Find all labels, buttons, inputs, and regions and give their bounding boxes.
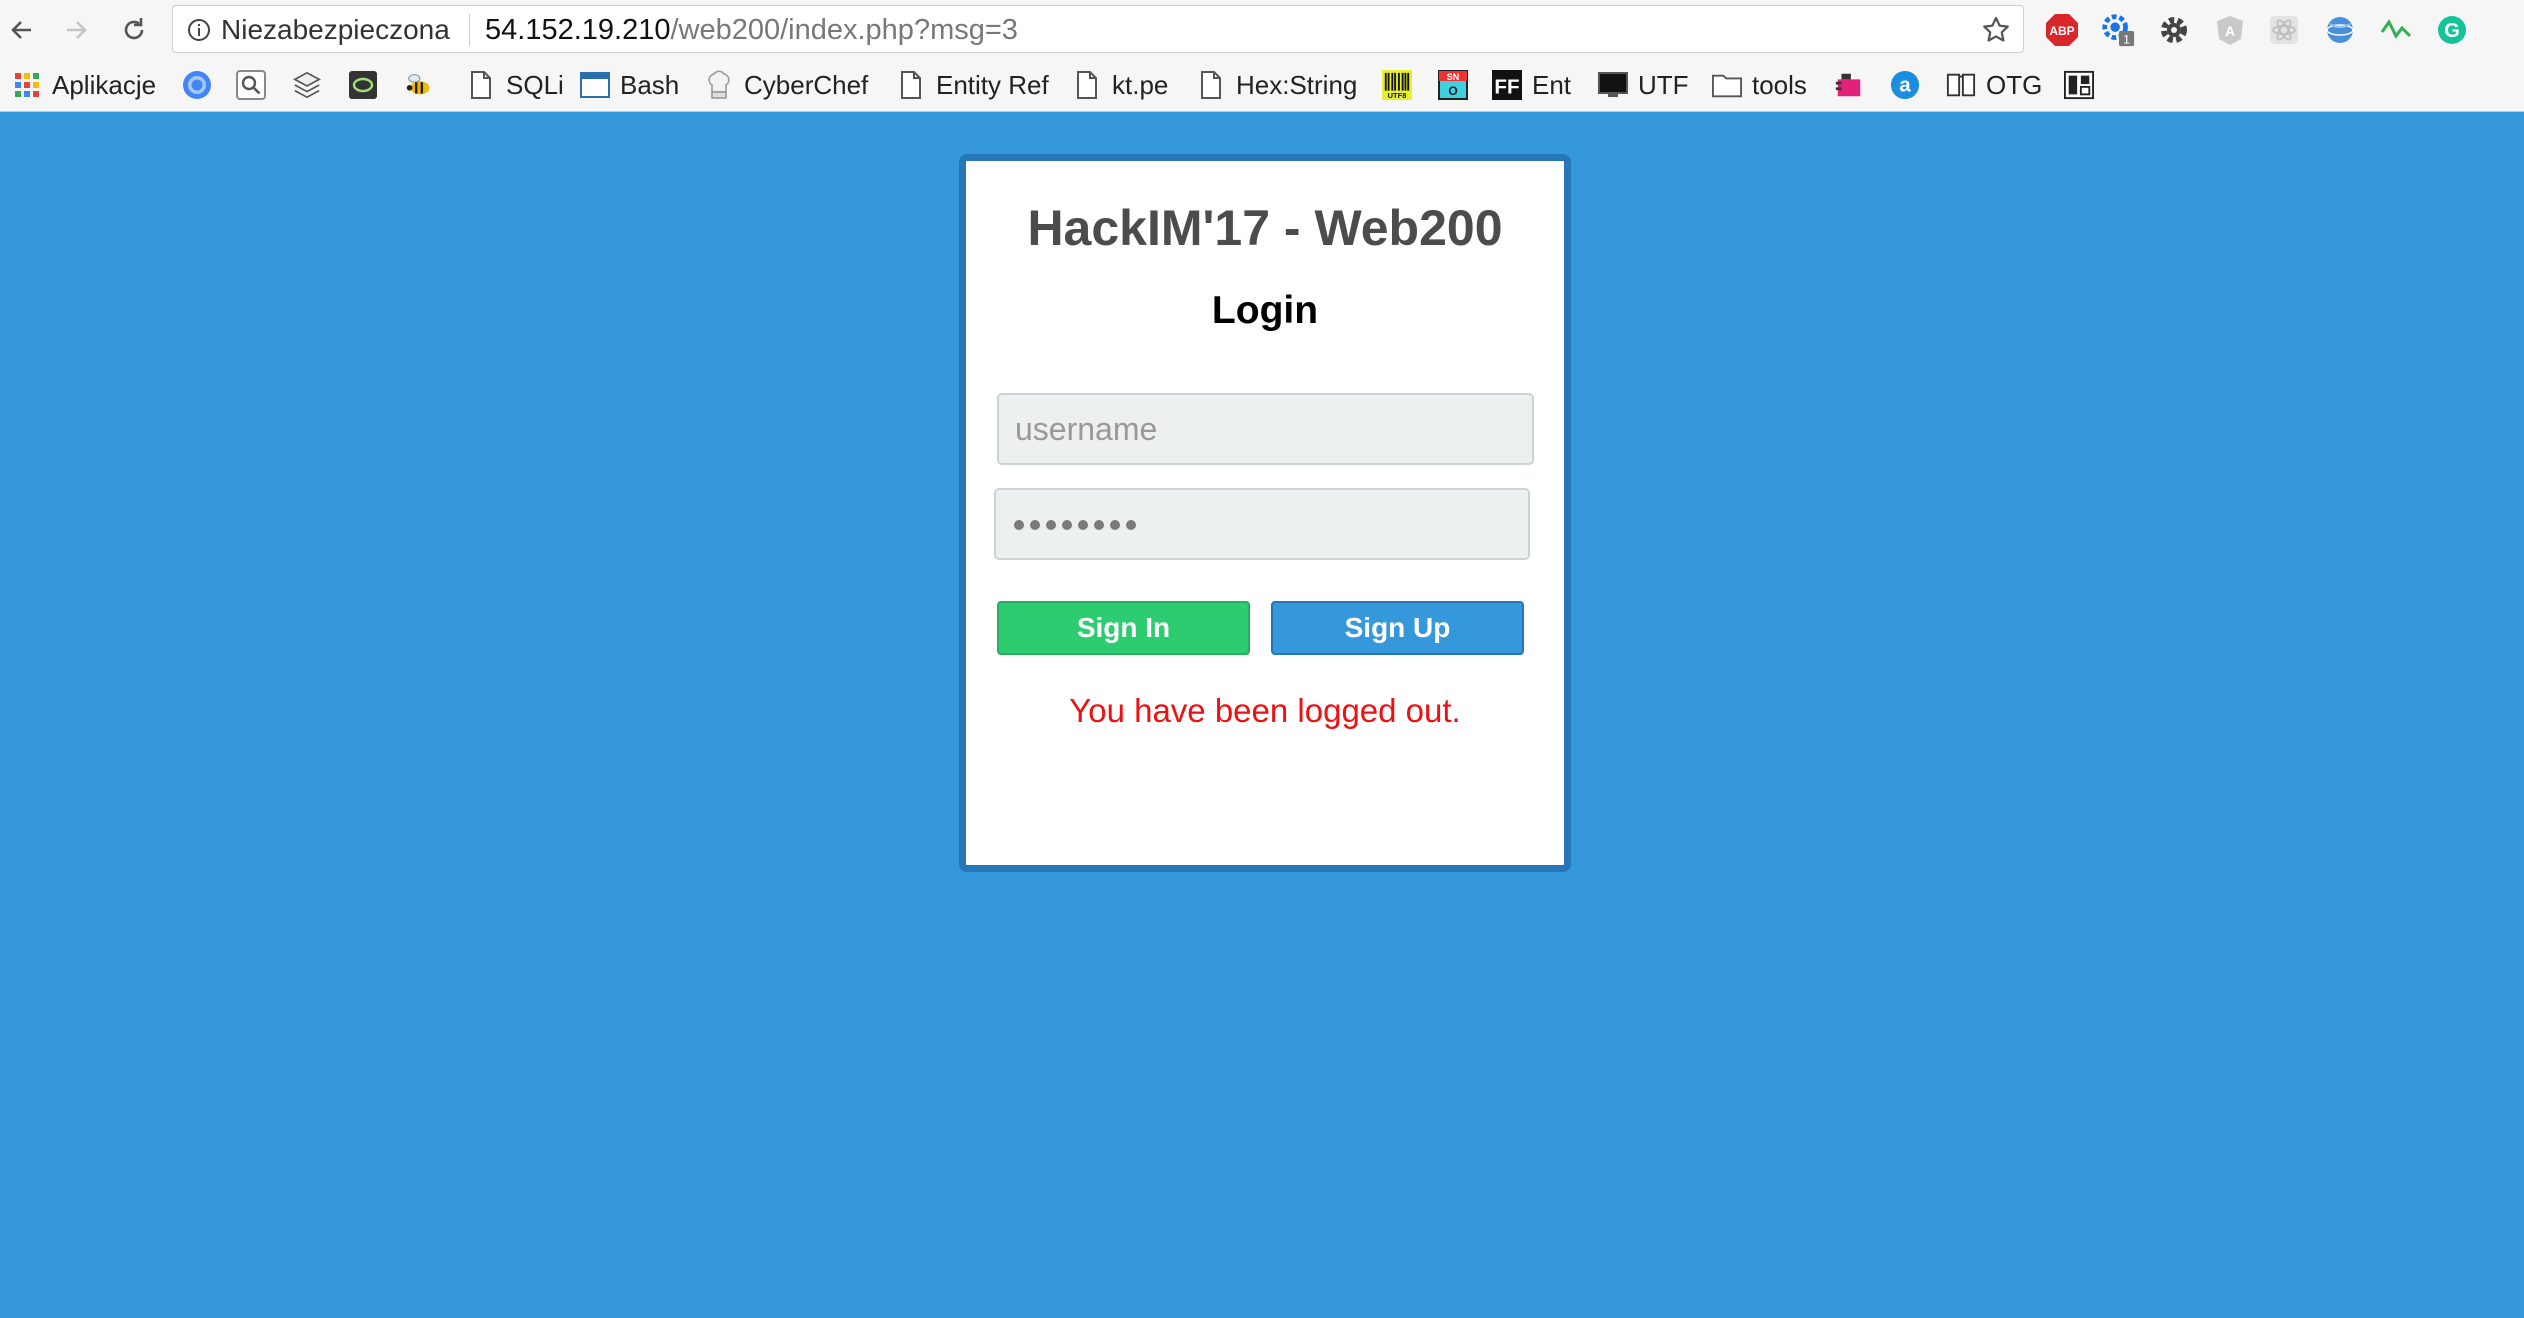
sign-in-button[interactable]: Sign In: [997, 601, 1250, 655]
bookmark-tools[interactable]: tools: [1712, 68, 1807, 102]
svg-text:1: 1: [2123, 32, 2130, 46]
adblock-plus-icon[interactable]: ABP: [2044, 12, 2080, 48]
window-icon: [580, 70, 610, 100]
chef-hat-icon: [704, 70, 734, 100]
back-icon[interactable]: [0, 8, 44, 52]
bookmark-label: tools: [1752, 69, 1807, 100]
svg-text:UTF8: UTF8: [1388, 91, 1407, 100]
search-box-icon: [236, 70, 266, 100]
forward-icon[interactable]: [54, 8, 98, 52]
bookmark-hex-string[interactable]: Hex:String: [1196, 68, 1357, 102]
page-icon: [896, 70, 926, 100]
svg-text:ABP: ABP: [2049, 24, 2074, 38]
logout-message: You have been logged out.: [1069, 692, 1461, 729]
bookmark-utf[interactable]: UTF: [1598, 68, 1689, 102]
bee-icon: [404, 70, 434, 100]
url-text[interactable]: 54.152.19.210/web200/index.php?msg=3: [485, 15, 1018, 45]
address-separator: [469, 14, 470, 46]
wave-extension-icon[interactable]: [2378, 12, 2414, 48]
page-icon: [466, 70, 496, 100]
monitor-icon: [1598, 70, 1628, 100]
bookmark-cyberchef[interactable]: CyberChef: [704, 68, 868, 102]
reload-icon[interactable]: [112, 8, 156, 52]
bookmark-star-icon[interactable]: [1979, 14, 2013, 46]
bookmark-pb[interactable]: [2064, 68, 2094, 102]
bookmark-utf8[interactable]: UTF8: [1382, 68, 1412, 102]
ff-icon: FF: [1492, 70, 1522, 100]
svg-text:G: G: [2444, 20, 2460, 42]
pb-icon: [2064, 70, 2094, 100]
bookmark-label: OTG: [1986, 69, 2043, 100]
info-icon[interactable]: [187, 18, 211, 42]
bookmark-label: kt.pe: [1112, 69, 1169, 100]
svg-text:SN: SN: [1447, 72, 1460, 82]
svg-text:a: a: [1899, 74, 1911, 97]
pink-puzzle-icon: [1834, 70, 1864, 100]
site-title: HackIM'17 - Web200: [1027, 200, 1503, 256]
letter-a-circle-icon: a: [1890, 70, 1920, 100]
bookmark-label: UTF: [1638, 69, 1689, 100]
sign-up-button[interactable]: Sign Up: [1271, 601, 1524, 655]
book-icon: [1946, 70, 1976, 100]
settings-gear-icon[interactable]: [2156, 12, 2192, 48]
sno-icon: SN O: [1438, 70, 1468, 100]
folder-icon: [1712, 70, 1742, 100]
password-input[interactable]: [994, 488, 1530, 560]
address-bar[interactable]: Niezabezpieczona 54.152.19.210/web200/in…: [172, 5, 2024, 53]
terminal-swirl-icon: [348, 70, 378, 100]
apps-grid-icon: [12, 70, 42, 100]
username-input[interactable]: [997, 393, 1534, 465]
login-heading: Login: [1211, 289, 1319, 332]
bookmark-shell[interactable]: [348, 68, 378, 102]
bookmark-a-tool[interactable]: a: [1890, 68, 1920, 102]
password-value: ••••••••: [966, 161, 967, 162]
globe-icon[interactable]: [2322, 12, 2358, 48]
bookmarks-bar: Aplikacje SQLi Bash CyberChef Entity Ref…: [0, 58, 2524, 112]
bookmark-apps[interactable]: Aplikacje: [12, 68, 156, 102]
grammarly-icon[interactable]: G: [2434, 12, 2470, 48]
bookmark-sqli[interactable]: SQLi: [466, 68, 564, 102]
bookmark-label: Bash: [620, 69, 680, 100]
angular-devtools-icon[interactable]: A: [2212, 12, 2248, 48]
bookmark-label: Aplikacje: [52, 69, 157, 100]
bookmark-entity-ref[interactable]: Entity Ref: [896, 68, 1049, 102]
svg-text:FF: FF: [1494, 75, 1519, 98]
bookmark-kt-pe[interactable]: kt.pe: [1072, 68, 1168, 102]
bookmark-label: Ent: [1532, 69, 1572, 100]
url-host: 54.152.19.210: [485, 14, 671, 46]
bookmark-label: CyberChef: [744, 69, 869, 100]
bookmark-otg[interactable]: OTG: [1946, 68, 2042, 102]
bookmark-chrome[interactable]: [182, 68, 212, 102]
chrome-icon: [182, 70, 212, 100]
bookmark-label: SQLi: [506, 69, 564, 100]
svg-text:O: O: [1448, 84, 1457, 98]
browser-toolbar: Niezabezpieczona 54.152.19.210/web200/in…: [0, 0, 2524, 58]
layers-icon: [292, 70, 322, 100]
utf8-barcode-icon: UTF8: [1382, 70, 1412, 100]
login-card: HackIM'17 - Web200 Login •••••••• Sign I…: [959, 154, 1571, 872]
bookmark-pink-tool[interactable]: [1834, 68, 1864, 102]
bookmark-bee[interactable]: [404, 68, 434, 102]
bookmark-ent[interactable]: FF Ent: [1492, 68, 1571, 102]
bookmark-label: Entity Ref: [936, 69, 1049, 100]
bookmark-bash[interactable]: Bash: [580, 68, 679, 102]
bookmark-sno[interactable]: SN O: [1438, 68, 1468, 102]
react-devtools-icon[interactable]: [2266, 12, 2302, 48]
bookmark-label: Hex:String: [1236, 69, 1358, 100]
svg-text:A: A: [2225, 23, 2235, 39]
page-icon: [1196, 70, 1226, 100]
bookmark-layers[interactable]: [292, 68, 322, 102]
url-path: /web200/index.php?msg=3: [670, 14, 1018, 46]
bookmark-search[interactable]: [236, 68, 266, 102]
security-label[interactable]: Niezabezpieczona: [221, 15, 450, 45]
page-icon: [1072, 70, 1102, 100]
extension-gear-badge-icon[interactable]: 1: [2100, 12, 2136, 48]
